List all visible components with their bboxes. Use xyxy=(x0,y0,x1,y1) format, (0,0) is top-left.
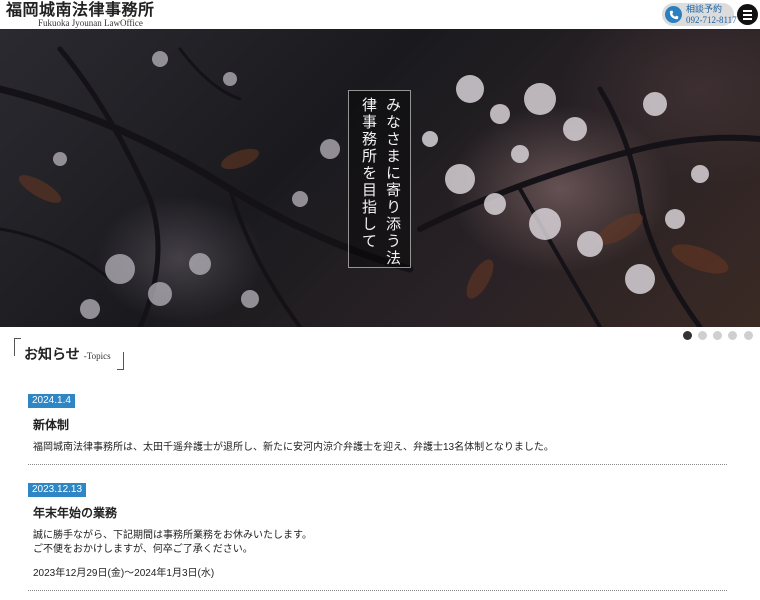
slide-dot-4[interactable] xyxy=(728,331,737,340)
news-divider xyxy=(28,590,727,591)
hamburger-menu-icon[interactable] xyxy=(737,4,758,25)
news-body-line: 福岡城南法律事務所は、太田千遥弁護士が退所し、新たに安河内涼介弁護士を迎え、弁護… xyxy=(33,442,554,453)
news-title[interactable]: 年末年始の業務 xyxy=(33,504,117,521)
hero-catchcopy-box: みなさまに寄り添う法律事務所を目指して xyxy=(348,90,411,268)
consultation-reservation-button[interactable]: 相談予約 092-712-8117 xyxy=(662,3,737,26)
news-title[interactable]: 新体制 xyxy=(33,416,69,433)
logo-english: Fukuoka Jyounan LawOffice xyxy=(38,18,143,28)
news-body-line: 誠に勝手ながら、下記期間は事務所業務をお休みいたします。 xyxy=(33,530,312,541)
site-header: 福岡城南法律事務所 Fukuoka Jyounan LawOffice 相談予約… xyxy=(0,0,760,29)
topics-heading: お知らせ -Topics xyxy=(14,338,124,370)
news-date-badge: 2023.12.13 xyxy=(28,483,87,497)
logo-japanese: 福岡城南法律事務所 xyxy=(6,0,155,19)
phone-icon xyxy=(665,6,682,23)
hero-catchcopy: みなさまに寄り添う法律事務所を目指して xyxy=(360,97,402,267)
topics-title: お知らせ -Topics xyxy=(24,344,111,364)
contact-label: 相談予約 xyxy=(686,5,723,15)
slide-dot-5[interactable] xyxy=(744,331,753,340)
news-item: 2024.1.4 新体制 福岡城南法律事務所は、太田千遥弁護士が退所し、新たに安… xyxy=(28,390,728,466)
news-divider xyxy=(28,464,727,465)
hero-slideshow: みなさまに寄り添う法律事務所を目指して xyxy=(0,29,760,327)
slide-dot-3[interactable] xyxy=(713,331,722,340)
bracket-decoration xyxy=(14,338,21,356)
site-logo[interactable]: 福岡城南法律事務所 Fukuoka Jyounan LawOffice xyxy=(6,0,155,29)
topics-title-text: お知らせ xyxy=(24,346,80,362)
news-item: 2023.12.13 年末年始の業務 誠に勝手ながら、下記期間は事務所業務をお休… xyxy=(28,479,728,594)
bracket-decoration xyxy=(117,352,124,370)
contact-phone-number: 092-712-8117 xyxy=(686,15,737,25)
news-body-line: ご不便をおかけしますが、何卒ご了承ください。 xyxy=(33,544,253,555)
news-date-badge: 2024.1.4 xyxy=(28,394,75,408)
news-body-line: 2023年12月29日(金)～2024年1月3日(水) xyxy=(33,568,215,579)
slide-dot-2[interactable] xyxy=(698,331,707,340)
slide-dot-1[interactable] xyxy=(683,331,692,340)
topics-subtitle: -Topics xyxy=(83,351,111,361)
